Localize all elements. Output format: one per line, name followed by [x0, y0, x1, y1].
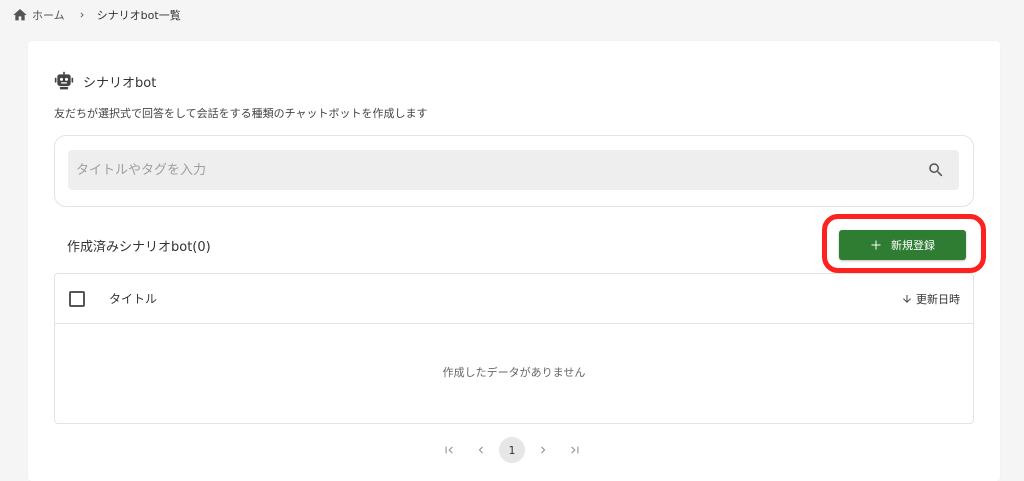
search-icon[interactable] [927, 161, 945, 179]
main-card: シナリオbot 友だちが選択式で回答をして会話をする種類のチャットボットを作成し… [28, 41, 1000, 481]
search-container [54, 135, 974, 207]
page-number-current[interactable]: 1 [499, 437, 525, 463]
breadcrumb-current: シナリオbot一覧 [96, 9, 181, 22]
column-header-title: タイトル [109, 292, 158, 306]
arrow-down-icon [901, 293, 913, 305]
column-header-updated-sort[interactable]: 更新日時 [901, 291, 960, 307]
empty-message: 作成したデータがありません [442, 366, 586, 379]
column-header-updated-label: 更新日時 [916, 293, 960, 306]
last-page-icon[interactable] [561, 436, 589, 464]
chevron-right-icon[interactable] [529, 436, 557, 464]
chevron-left-icon[interactable] [467, 436, 495, 464]
breadcrumb: ホーム シナリオbot一覧 [12, 5, 181, 25]
scenario-table: タイトル 更新日時 作成したデータがありません [54, 273, 974, 424]
page-title-row: シナリオbot [54, 71, 156, 91]
search-input[interactable] [68, 149, 898, 191]
breadcrumb-home-link[interactable]: ホーム [32, 7, 65, 23]
home-icon[interactable] [12, 7, 28, 23]
search-field [68, 149, 959, 191]
new-register-button[interactable]: 新規登録 [839, 230, 966, 260]
created-count-label: 作成済みシナリオbot(0) [67, 240, 211, 255]
page-title: シナリオbot [83, 75, 157, 91]
new-register-button-label: 新規登録 [891, 239, 935, 252]
first-page-icon[interactable] [435, 436, 463, 464]
select-all-checkbox[interactable] [69, 291, 85, 307]
chevron-right-icon [77, 10, 87, 20]
pagination: 1 [435, 436, 593, 464]
plus-icon [870, 239, 882, 251]
page-description: 友だちが選択式で回答をして会話をする種類のチャットボットを作成します [54, 107, 428, 120]
robot-icon [54, 71, 74, 91]
table-header: タイトル 更新日時 [55, 274, 973, 324]
